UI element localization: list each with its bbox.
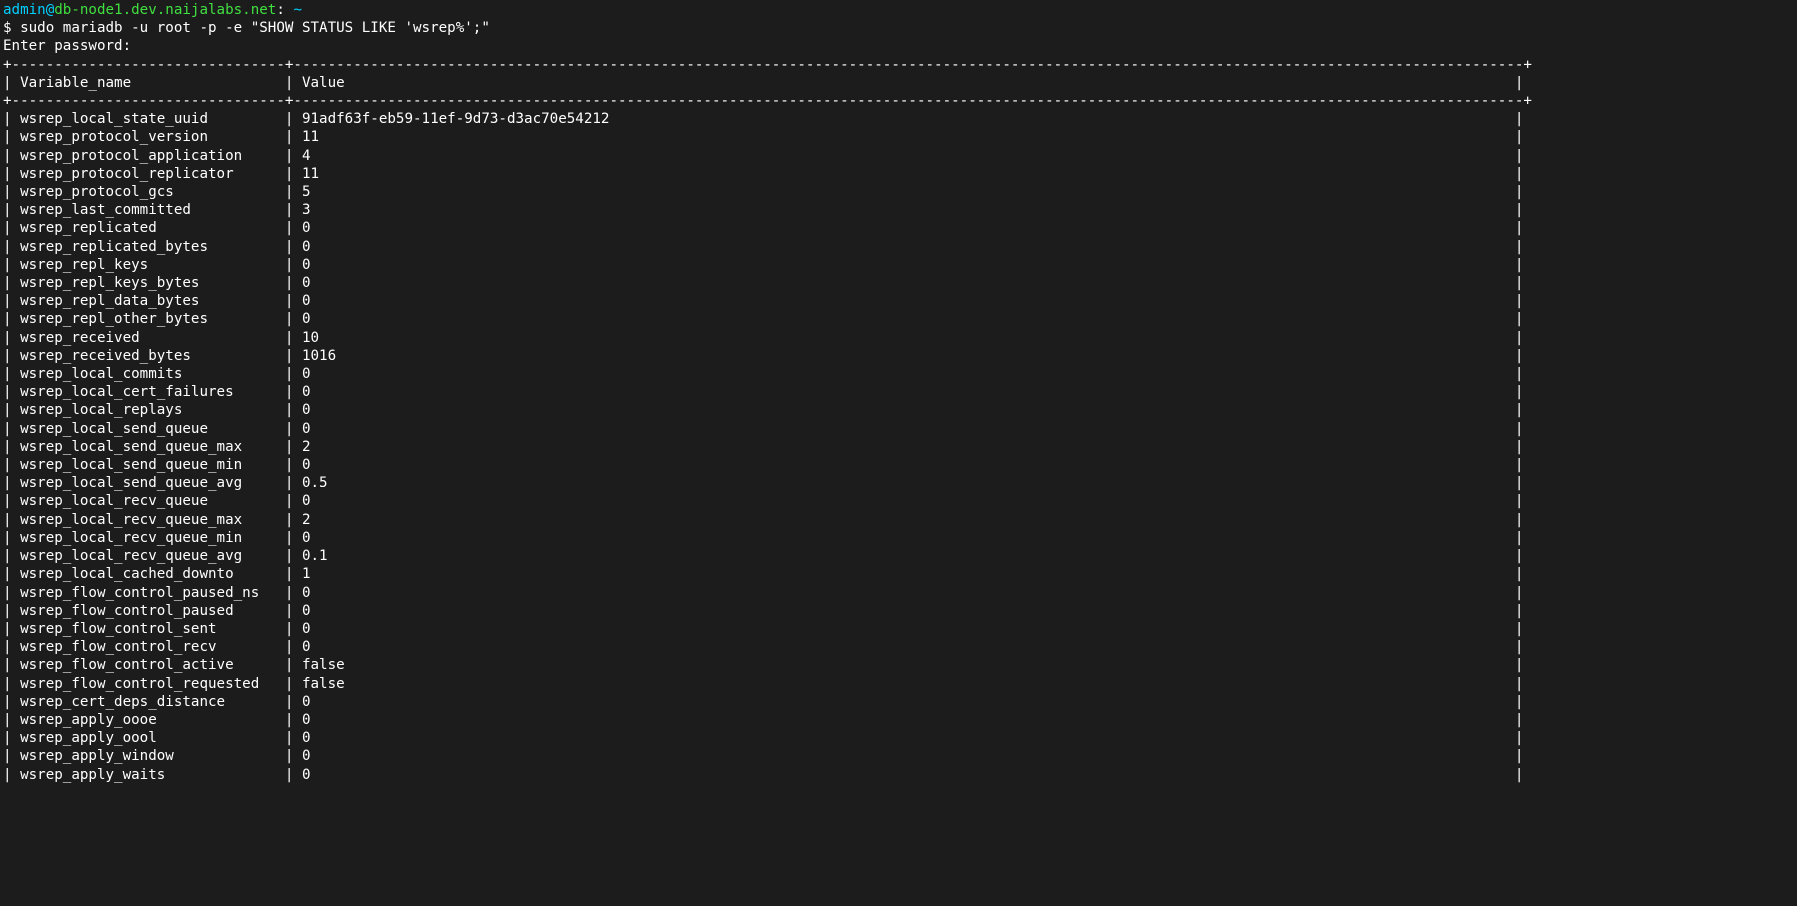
- table-row: | wsrep_flow_control_sent | 0 |: [3, 621, 1523, 637]
- table-row: | wsrep_apply_waits | 0 |: [3, 767, 1523, 783]
- table-row: | wsrep_local_cert_failures | 0 |: [3, 384, 1523, 400]
- prompt-host: db-node1.dev.naijalabs.net: [54, 2, 276, 18]
- table-row: | wsrep_apply_window | 0 |: [3, 748, 1523, 764]
- table-row: | wsrep_repl_keys | 0 |: [3, 257, 1523, 273]
- table-row: | wsrep_local_send_queue | 0 |: [3, 421, 1523, 437]
- table-row: | wsrep_flow_control_active | false |: [3, 657, 1523, 673]
- table-row: | wsrep_protocol_version | 11 |: [3, 129, 1523, 145]
- table-row: | wsrep_repl_other_bytes | 0 |: [3, 311, 1523, 327]
- table-row: | wsrep_flow_control_requested | false |: [3, 676, 1523, 692]
- prompt-at: @: [46, 2, 55, 18]
- table-row: | wsrep_replicated | 0 |: [3, 220, 1523, 236]
- table-row: | wsrep_local_recv_queue_max | 2 |: [3, 512, 1523, 528]
- table-row: | wsrep_protocol_gcs | 5 |: [3, 184, 1523, 200]
- table-row: | wsrep_received_bytes | 1016 |: [3, 348, 1523, 364]
- table-row: | wsrep_flow_control_recv | 0 |: [3, 639, 1523, 655]
- table-row: | wsrep_flow_control_paused_ns | 0 |: [3, 585, 1523, 601]
- table-row: | wsrep_cert_deps_distance | 0 |: [3, 694, 1523, 710]
- table-row: | wsrep_replicated_bytes | 0 |: [3, 239, 1523, 255]
- table-row: | wsrep_local_state_uuid | 91adf63f-eb59…: [3, 111, 1523, 127]
- table-row: | wsrep_local_send_queue_avg | 0.5 |: [3, 475, 1523, 491]
- table-row: | wsrep_local_commits | 0 |: [3, 366, 1523, 382]
- table-row: | wsrep_last_committed | 3 |: [3, 202, 1523, 218]
- table-border-top: +--------------------------------+------…: [3, 57, 1532, 73]
- table-row: | wsrep_local_recv_queue | 0 |: [3, 493, 1523, 509]
- table-row: | wsrep_repl_keys_bytes | 0 |: [3, 275, 1523, 291]
- table-row: | wsrep_local_cached_downto | 1 |: [3, 566, 1523, 582]
- table-row: | wsrep_flow_control_paused | 0 |: [3, 603, 1523, 619]
- table-header-row: | Variable_name | Value |: [3, 75, 1523, 91]
- table-row: | wsrep_local_recv_queue_avg | 0.1 |: [3, 548, 1523, 564]
- prompt-ps2: $: [3, 20, 20, 36]
- table-row: | wsrep_local_send_queue_max | 2 |: [3, 439, 1523, 455]
- command-text: sudo mariadb -u root -p -e "SHOW STATUS …: [20, 20, 490, 36]
- prompt-path: ~: [285, 2, 302, 18]
- table-row: | wsrep_apply_oool | 0 |: [3, 730, 1523, 746]
- table-row: | wsrep_apply_oooe | 0 |: [3, 712, 1523, 728]
- table-row: | wsrep_protocol_application | 4 |: [3, 148, 1523, 164]
- table-row: | wsrep_protocol_replicator | 11 |: [3, 166, 1523, 182]
- terminal-output[interactable]: admin@db-node1.dev.naijalabs.net: ~ $ su…: [0, 0, 1797, 785]
- table-row: | wsrep_received | 10 |: [3, 330, 1523, 346]
- table-row: | wsrep_repl_data_bytes | 0 |: [3, 293, 1523, 309]
- table-row: | wsrep_local_send_queue_min | 0 |: [3, 457, 1523, 473]
- table-row: | wsrep_local_recv_queue_min | 0 |: [3, 530, 1523, 546]
- prompt-user: admin: [3, 2, 46, 18]
- enter-password-prompt: Enter password:: [3, 38, 131, 54]
- prompt-sep: :: [276, 2, 285, 18]
- table-border-mid: +--------------------------------+------…: [3, 93, 1532, 109]
- table-row: | wsrep_local_replays | 0 |: [3, 402, 1523, 418]
